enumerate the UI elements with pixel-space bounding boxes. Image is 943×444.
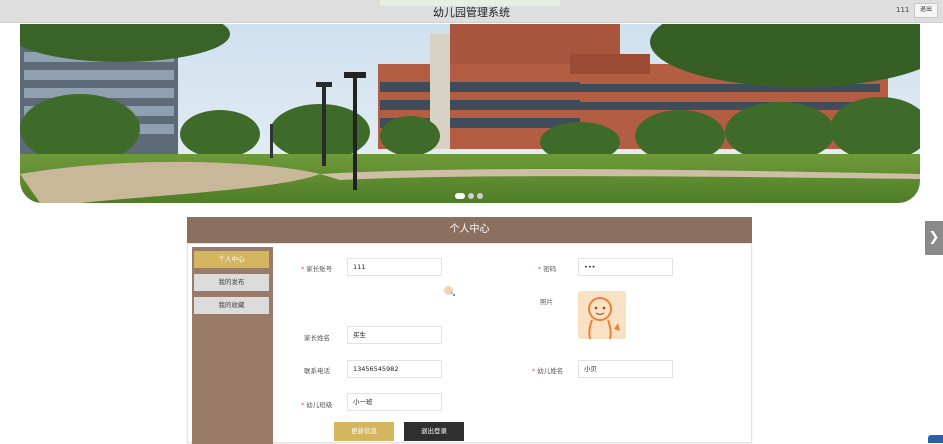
password-label: * 密码 bbox=[538, 265, 557, 273]
avatar[interactable] bbox=[578, 291, 626, 339]
sidebar-menu: 个人中心 我的发布 我的收藏 bbox=[192, 247, 273, 444]
class-field[interactable]: 小一班 bbox=[347, 393, 442, 411]
logout-button[interactable]: 退出 bbox=[914, 3, 938, 18]
sidebar-item-my-favorites[interactable]: 我的收藏 bbox=[194, 297, 269, 314]
child-name-field[interactable]: 小贝 bbox=[578, 360, 673, 378]
username-label[interactable]: 111 bbox=[896, 6, 909, 14]
campus-photo bbox=[20, 24, 920, 203]
parent-name-label: 家长姓名 bbox=[304, 334, 330, 342]
child-name-label: * 幼儿姓名 bbox=[532, 367, 564, 375]
sidebar-item-profile[interactable]: 个人中心 bbox=[194, 251, 269, 268]
photo-label: 照片 bbox=[540, 298, 553, 306]
account-label: * 家长账号 bbox=[301, 265, 333, 273]
page-title: 个人中心 bbox=[187, 217, 752, 243]
cursor-icon: ↘ bbox=[450, 290, 456, 298]
carousel-dot-2[interactable] bbox=[468, 193, 474, 199]
corner-badge bbox=[928, 435, 943, 443]
sidebar-item-my-posts[interactable]: 我的发布 bbox=[194, 274, 269, 291]
carousel-dot-1[interactable] bbox=[455, 193, 465, 199]
chevron-right-icon[interactable]: ❯ bbox=[925, 221, 943, 255]
carousel-indicators bbox=[455, 193, 483, 199]
top-bar: 幼儿园管理系统 111 退出 bbox=[0, 0, 943, 23]
phone-label: 联系电话 bbox=[304, 367, 330, 375]
logout-account-button[interactable]: 退出登录 bbox=[404, 422, 464, 441]
carousel-dot-3[interactable] bbox=[477, 193, 483, 199]
account-field[interactable]: 111 bbox=[347, 258, 442, 276]
profile-panel: 个人中心 我的发布 我的收藏 * 家长账号 111 * 密码 ••• ↘ 照片 家长… bbox=[187, 243, 752, 444]
password-field[interactable]: ••• bbox=[578, 258, 673, 276]
class-label: * 幼儿班级 bbox=[301, 401, 333, 409]
child-avatar-icon bbox=[578, 291, 626, 339]
app-title: 幼儿园管理系统 bbox=[433, 6, 510, 19]
phone-field[interactable]: 13456545982 bbox=[347, 360, 442, 378]
parent-name-field[interactable]: 买生 bbox=[347, 326, 442, 344]
update-info-button[interactable]: 更新信息 bbox=[334, 422, 394, 441]
banner-carousel[interactable] bbox=[20, 24, 920, 203]
